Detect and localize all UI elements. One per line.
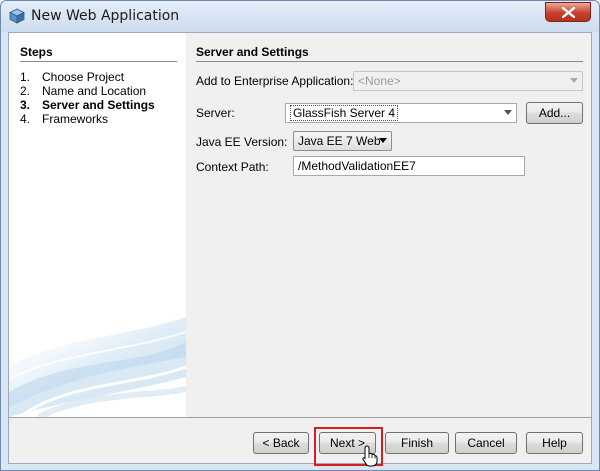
server-value: GlassFish Server 4 [290, 105, 399, 121]
help-button[interactable]: Help [526, 432, 583, 454]
wizard-window: New Web Application Steps 1. Choose Proj… [0, 0, 600, 471]
step-item: 2. Name and Location [20, 84, 155, 98]
server-select[interactable]: GlassFish Server 4 [285, 103, 517, 123]
javaee-version-label: Java EE Version: [196, 135, 288, 149]
context-path-label: Context Path: [196, 160, 269, 174]
enterprise-app-value: <None> [358, 74, 401, 88]
step-label: Server and Settings [42, 98, 155, 112]
back-button[interactable]: < Back [253, 432, 309, 454]
settings-panel: Server and Settings Add to Enterprise Ap… [186, 33, 591, 417]
decorative-swoosh-graphic [9, 317, 186, 417]
javaee-version-select[interactable]: Java EE 7 Web [293, 131, 392, 151]
server-label: Server: [196, 106, 235, 120]
close-icon [562, 7, 575, 18]
context-path-field[interactable]: /MethodValidationEE7 [293, 156, 525, 176]
step-label: Choose Project [42, 70, 125, 84]
panel-divider [196, 61, 583, 62]
step-item: 1. Choose Project [20, 70, 155, 84]
steps-heading: Steps [20, 45, 53, 59]
step-number: 3. [20, 98, 31, 112]
enterprise-app-label: Add to Enterprise Application: [196, 74, 354, 88]
title-bar[interactable]: New Web Application [1, 1, 599, 32]
panel-heading: Server and Settings [196, 45, 309, 59]
javaee-version-value: Java EE 7 Web [298, 134, 381, 148]
step-number: 4. [20, 112, 31, 126]
chevron-down-icon [504, 110, 512, 115]
step-number: 1. [20, 70, 31, 84]
chevron-down-icon [379, 138, 387, 143]
finish-button[interactable]: Finish [385, 432, 449, 454]
step-number: 2. [20, 84, 31, 98]
step-item-current: 3. Server and Settings [20, 98, 155, 112]
add-server-button[interactable]: Add... [526, 102, 583, 124]
wizard-body: Steps 1. Choose Project 2. Name and Loca… [8, 32, 592, 467]
hand-pointer-icon [362, 445, 378, 467]
cube-icon [9, 8, 25, 24]
steps-list: 1. Choose Project 2. Name and Location 3… [20, 70, 155, 126]
steps-panel: Steps 1. Choose Project 2. Name and Loca… [9, 33, 186, 417]
steps-divider [20, 61, 177, 62]
close-button[interactable] [545, 2, 591, 22]
step-label: Name and Location [42, 84, 147, 98]
cancel-button[interactable]: Cancel [455, 432, 517, 454]
step-item: 4. Frameworks [20, 112, 155, 126]
step-label: Frameworks [42, 112, 109, 126]
chevron-down-icon [570, 78, 578, 83]
enterprise-app-select[interactable]: <None> [353, 71, 583, 91]
footer-divider [9, 417, 591, 418]
window-title: New Web Application [31, 8, 180, 24]
